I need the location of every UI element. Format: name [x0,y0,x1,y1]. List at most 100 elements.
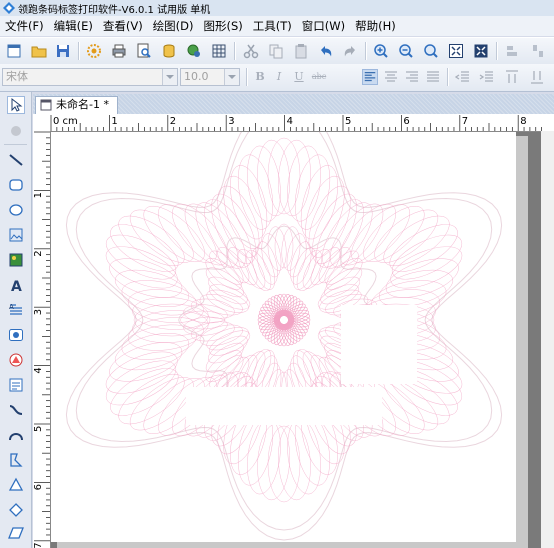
vertical-ruler: 1 2 3 4 5 6 7 [33,131,51,548]
vertical-align-bottom-icon[interactable] [529,69,545,85]
paragraph-icon[interactable]: A [7,301,25,319]
parallelogram-icon[interactable] [7,524,25,542]
vertical-scrollbar[interactable] [541,131,554,548]
fit-page-icon[interactable] [448,43,464,59]
grid-icon[interactable] [211,43,227,59]
font-name-value: 宋体 [6,70,28,83]
font-size-select[interactable]: 10.0 [180,68,240,86]
menu-window[interactable]: 窗口(W) [297,18,350,34]
underline-button[interactable]: U [291,69,307,85]
font-size-value: 10.0 [184,70,209,83]
settings-icon[interactable] [86,43,102,59]
menu-tools[interactable]: 工具(T) [248,18,297,34]
select-icon[interactable] [7,96,25,114]
ruler-label: 5 [345,116,351,127]
shape-icon[interactable] [7,351,25,369]
justify-icon[interactable] [425,69,441,85]
copy-icon[interactable] [268,43,284,59]
curve-icon[interactable] [7,401,25,419]
cut-icon[interactable] [243,43,259,59]
main-toolbar [0,37,554,65]
indent-decrease-icon[interactable] [455,69,471,85]
horizontal-ruler-scale: 0 cm 1 2 3 4 5 6 7 8 [50,115,542,131]
bold-button[interactable]: B [252,69,268,85]
ruler-label: 6 [403,116,409,127]
document-icon [40,99,52,111]
ruler-label: 4 [33,367,44,373]
data-source-icon[interactable] [186,43,202,59]
strikethrough-button[interactable]: abc [311,69,327,85]
window-title: 领跑条码标签打印软件-V6.0.1 试用版 单机 [18,4,211,16]
blank-text-area[interactable] [186,387,382,425]
ruler-label: 2 [170,116,176,127]
barcode-icon[interactable] [7,326,25,344]
ruler-label: 8 [520,116,526,127]
table-icon[interactable] [7,376,25,394]
picture-icon[interactable] [7,251,25,269]
ruler-label: 1 [111,116,117,127]
menu-file[interactable]: 文件(F) [0,18,49,34]
chevron-down-icon[interactable] [162,69,177,85]
menu-view[interactable]: 查看(V) [98,18,148,34]
drawing-toolbox: A A [0,92,32,548]
format-toolbar: 宋体 10.0 B I U abc [0,64,554,92]
menu-help[interactable]: 帮助(H) [350,18,401,34]
align-icon[interactable] [505,43,521,59]
italic-button[interactable]: I [271,69,287,85]
align-left-icon[interactable] [362,69,378,85]
title-bar: 领跑条码标签打印软件-V6.0.1 试用版 单机 [0,0,554,17]
indent-increase-icon[interactable] [479,69,495,85]
rounded-rect-icon[interactable] [7,176,25,194]
print-preview-icon[interactable] [136,43,152,59]
menu-bar: 文件(F) 编辑(E) 查看(V) 绘图(D) 图形(S) 工具(T) 窗口(W… [0,16,554,36]
zoom-out-icon[interactable] [398,43,414,59]
tab-label: 未命名-1 * [56,98,109,111]
zoom-in-icon[interactable] [373,43,389,59]
database-icon[interactable] [161,43,177,59]
ruler-corner [33,114,50,131]
pan-icon[interactable] [7,121,25,139]
chevron-down-icon[interactable] [224,69,239,85]
text-icon[interactable]: A [7,276,25,294]
svg-text:A: A [11,279,22,293]
menu-edit[interactable]: 编辑(E) [49,18,98,34]
ruler-label: 7 [462,116,468,127]
align-right-icon[interactable] [404,69,420,85]
triangle-icon[interactable] [7,476,25,494]
undo-icon[interactable] [318,43,334,59]
document-tab-bar: 未命名-1 * [33,94,554,114]
ruler-label: 4 [287,116,293,127]
app-logo-icon [3,2,15,14]
ruler-label: 7 [33,542,44,548]
canvas-workspace[interactable]: 0 cm 1 2 3 4 5 6 7 8 1 2 3 4 5 6 7 [33,114,554,548]
blank-text-area[interactable] [341,305,417,384]
arc-icon[interactable] [7,426,25,444]
diamond-icon[interactable] [7,501,25,519]
ruler-label: 6 [33,484,44,490]
polyline-icon[interactable] [7,451,25,469]
ruler-label: 3 [228,116,234,127]
ellipse-icon[interactable] [7,201,25,219]
ruler-label: 1 [33,192,44,198]
ruler-label: 3 [33,309,44,315]
line-icon[interactable] [7,151,25,169]
open-icon[interactable] [31,43,47,59]
align-center-icon[interactable] [383,69,399,85]
redo-icon[interactable] [342,43,358,59]
distribute-icon[interactable] [530,43,546,59]
zoom-fit-icon[interactable] [423,43,439,59]
guilloche-pattern[interactable] [51,114,516,542]
font-name-select[interactable]: 宋体 [2,68,178,86]
paste-icon[interactable] [293,43,309,59]
menu-shape[interactable]: 图形(S) [199,18,248,34]
print-icon[interactable] [111,43,127,59]
new-icon[interactable] [6,43,22,59]
image-icon[interactable] [7,226,25,244]
tab-document[interactable]: 未命名-1 * [35,96,118,114]
label-paper[interactable] [51,114,516,542]
save-icon[interactable] [55,43,71,59]
vertical-align-top-icon[interactable] [504,69,520,85]
menu-draw[interactable]: 绘图(D) [148,18,199,34]
actual-size-icon[interactable] [473,43,489,59]
ruler-label: 2 [33,250,44,256]
